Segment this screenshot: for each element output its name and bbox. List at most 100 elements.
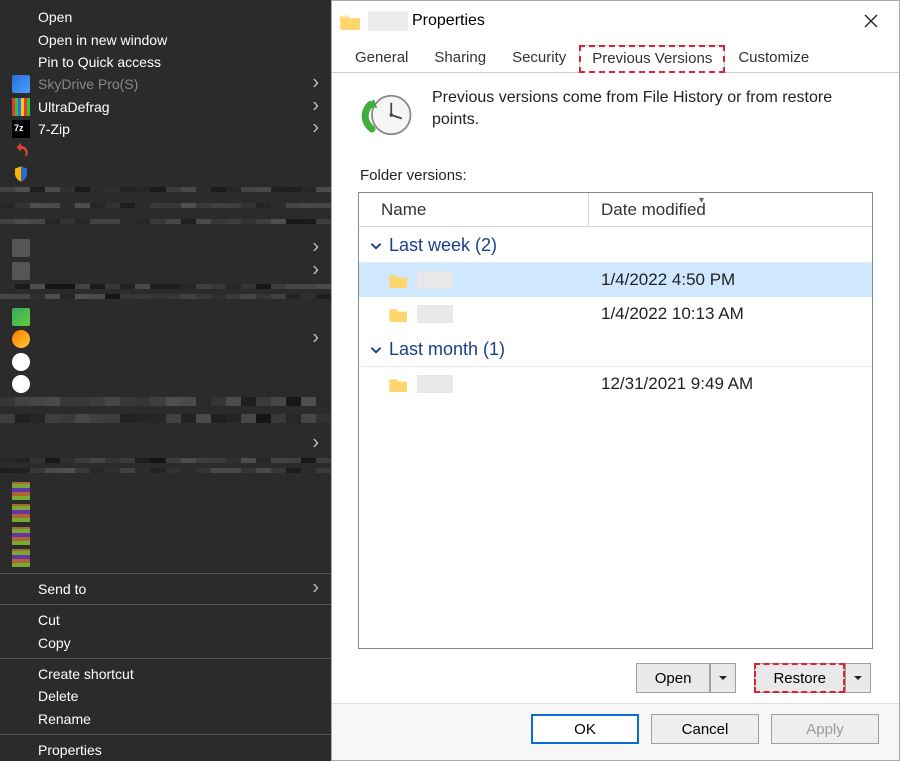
ctx-open-new-window[interactable]: Open in new window (0, 28, 331, 50)
version-date: 1/4/2022 10:13 AM (589, 304, 872, 324)
ok-button-label: OK (574, 721, 596, 738)
ctx-send-to[interactable]: Send to (0, 578, 331, 600)
archive-icon (12, 482, 30, 500)
cloud-icon (12, 375, 30, 393)
tab-sharing[interactable]: Sharing (421, 44, 499, 72)
ctx-delete[interactable]: Delete (0, 685, 331, 707)
tab-security[interactable]: Security (499, 44, 579, 72)
ctx-redacted-f[interactable] (0, 328, 331, 350)
undo-icon (12, 142, 30, 160)
cancel-button-label: Cancel (682, 721, 729, 738)
ok-button[interactable]: OK (531, 714, 639, 744)
apply-button: Apply (771, 714, 879, 744)
tab-customize[interactable]: Customize (725, 44, 822, 72)
ctx-cut-label: Cut (38, 612, 60, 628)
separator (0, 658, 331, 659)
open-split-button: Open (636, 663, 737, 693)
version-row[interactable]: 1/4/2022 4:50 PM (359, 263, 872, 297)
ctx-redacted-d[interactable] (0, 259, 331, 281)
redacted-region-4 (0, 458, 331, 478)
ctx-redacted-h[interactable] (0, 373, 331, 395)
tab-general[interactable]: General (342, 44, 421, 72)
info-text: Previous versions come from File History… (432, 87, 873, 130)
ctx-send-to-label: Send to (38, 581, 86, 597)
redacted-region-3 (0, 397, 331, 431)
column-name[interactable]: Name (359, 193, 589, 226)
restore-button[interactable]: Restore (754, 663, 845, 693)
ctx-redacted-i[interactable] (0, 433, 331, 455)
apply-button-label: Apply (806, 721, 844, 738)
ctx-open-label: Open (38, 9, 72, 25)
ctx-cut[interactable]: Cut (0, 609, 331, 631)
ctx-redacted-j[interactable] (0, 480, 331, 502)
ctx-redacted-c[interactable] (0, 237, 331, 259)
version-date: 12/31/2021 9:49 AM (589, 374, 872, 394)
ctx-redacted-b[interactable] (0, 163, 331, 185)
context-menu: Open Open in new window Pin to Quick acc… (0, 0, 331, 761)
open-button[interactable]: Open (636, 663, 711, 693)
ctx-open-new-window-label: Open in new window (38, 32, 167, 48)
ctx-redacted-g[interactable] (0, 351, 331, 373)
action-row: Open Restore (358, 649, 873, 693)
ctx-rename[interactable]: Rename (0, 708, 331, 730)
close-button[interactable] (851, 1, 891, 41)
tab-security-label: Security (512, 49, 566, 66)
ctx-create-shortcut-label: Create shortcut (38, 666, 134, 682)
generic-icon (12, 239, 30, 257)
restore-split-button: Restore (754, 663, 871, 693)
version-group[interactable]: Last week (2) (359, 227, 872, 263)
version-row[interactable]: 12/31/2021 9:49 AM (359, 367, 872, 401)
separator (0, 573, 331, 574)
title-redacted (368, 11, 408, 31)
ctx-create-shortcut[interactable]: Create shortcut (0, 663, 331, 685)
ctx-ultradefrag[interactable]: UltraDefrag (0, 96, 331, 118)
restore-button-label: Restore (773, 670, 826, 687)
version-group[interactable]: Last month (1) (359, 331, 872, 367)
cancel-button[interactable]: Cancel (651, 714, 759, 744)
ctx-redacted-k[interactable] (0, 502, 331, 524)
folder-icon (389, 306, 409, 322)
ctx-properties[interactable]: Properties (0, 739, 331, 761)
version-list: Name Date modified Last week (2) 1/4/202… (358, 192, 873, 649)
ctx-redacted-a[interactable] (0, 140, 331, 162)
ctx-redacted-m[interactable] (0, 547, 331, 569)
ctx-properties-label: Properties (38, 742, 102, 758)
ctx-ultradefrag-label: UltraDefrag (38, 99, 110, 115)
restore-dropdown-button[interactable] (845, 663, 871, 693)
column-date-label: Date modified (601, 200, 706, 220)
column-date-modified[interactable]: Date modified (589, 193, 872, 226)
ctx-open[interactable]: Open (0, 6, 331, 28)
cloud-icon (12, 353, 30, 371)
defender-shield-icon (12, 165, 30, 183)
titlebar: Properties (332, 1, 899, 41)
ctx-7zip-label: 7-Zip (38, 121, 70, 137)
version-name-redacted (417, 305, 453, 323)
generic-orange-icon (12, 330, 30, 348)
separator (0, 604, 331, 605)
version-group-label: Last month (1) (389, 339, 505, 360)
version-list-header: Name Date modified (359, 193, 872, 227)
ctx-redacted-e[interactable] (0, 306, 331, 328)
version-date: 1/4/2022 4:50 PM (589, 270, 872, 290)
generic-icon (12, 262, 30, 280)
folder-icon (340, 12, 362, 30)
version-row[interactable]: 1/4/2022 10:13 AM (359, 297, 872, 331)
ctx-delete-label: Delete (38, 688, 78, 704)
ctx-7zip[interactable]: 7-Zip (0, 118, 331, 140)
ctx-redacted-l[interactable] (0, 524, 331, 546)
archive-icon (12, 504, 30, 522)
tab-sharing-label: Sharing (434, 49, 486, 66)
tab-bar: General Sharing Security Previous Versio… (332, 41, 899, 73)
ctx-copy[interactable]: Copy (0, 632, 331, 654)
previous-versions-pane: Previous versions come from File History… (332, 73, 899, 703)
ctx-skydrive[interactable]: SkyDrive Pro(S) (0, 73, 331, 95)
ctx-skydrive-label: SkyDrive Pro(S) (38, 76, 138, 92)
redacted-region-2 (0, 284, 331, 304)
ctx-pin-quick-access[interactable]: Pin to Quick access (0, 51, 331, 73)
chevron-down-icon (369, 343, 383, 357)
close-icon (864, 14, 878, 28)
tab-previous-versions[interactable]: Previous Versions (579, 45, 725, 73)
open-dropdown-button[interactable] (710, 663, 736, 693)
tab-previous-versions-label: Previous Versions (592, 50, 712, 67)
version-group-label: Last week (2) (389, 235, 497, 256)
